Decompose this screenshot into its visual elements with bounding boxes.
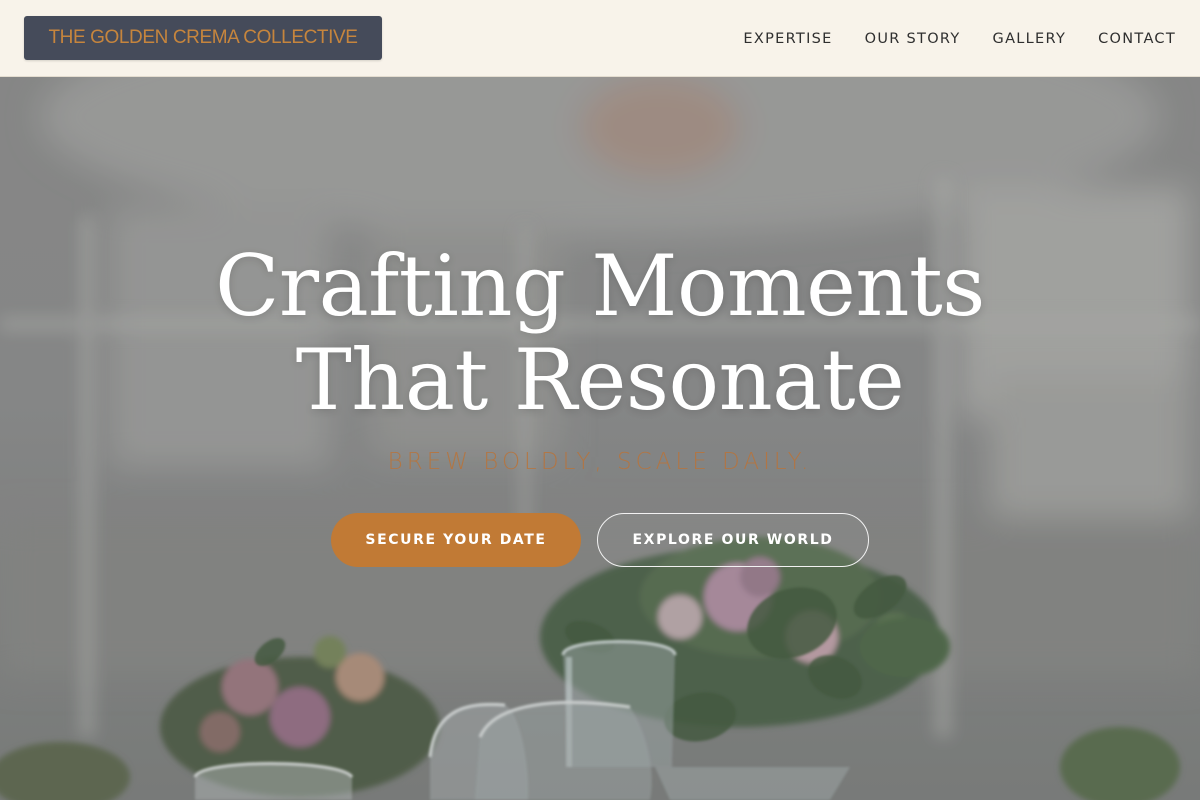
nav-item-our-story[interactable]: OUR STORY [865,31,961,47]
secure-your-date-button[interactable]: SECURE YOUR DATE [331,513,581,567]
explore-our-world-button[interactable]: EXPLORE OUR WORLD [597,513,869,567]
hero-headline-line-1: Crafting Moments [215,237,985,335]
hero-section: Crafting Moments That Resonate BREW BOLD… [0,77,1200,800]
brand-logo[interactable]: THE GOLDEN CREMA COLLECTIVE [24,16,382,60]
site-header: THE GOLDEN CREMA COLLECTIVE EXPERTISE OU… [0,0,1200,77]
brand-name: THE GOLDEN CREMA COLLECTIVE [48,27,358,48]
main-nav: EXPERTISE OUR STORY GALLERY CONTACT [711,0,1176,77]
hero-tagline: BREW BOLDLY, SCALE DAILY. [387,449,813,475]
hero-background-image [0,77,1200,800]
nav-item-gallery[interactable]: GALLERY [993,31,1067,47]
hero-headline-line-2: That Resonate [295,331,905,429]
explore-our-world-label: EXPLORE OUR WORLD [632,532,834,548]
nav-item-contact[interactable]: CONTACT [1098,31,1176,47]
hero-darken-overlay [0,77,1200,800]
secure-your-date-label: SECURE YOUR DATE [365,532,547,548]
nav-item-expertise[interactable]: EXPERTISE [743,31,832,47]
